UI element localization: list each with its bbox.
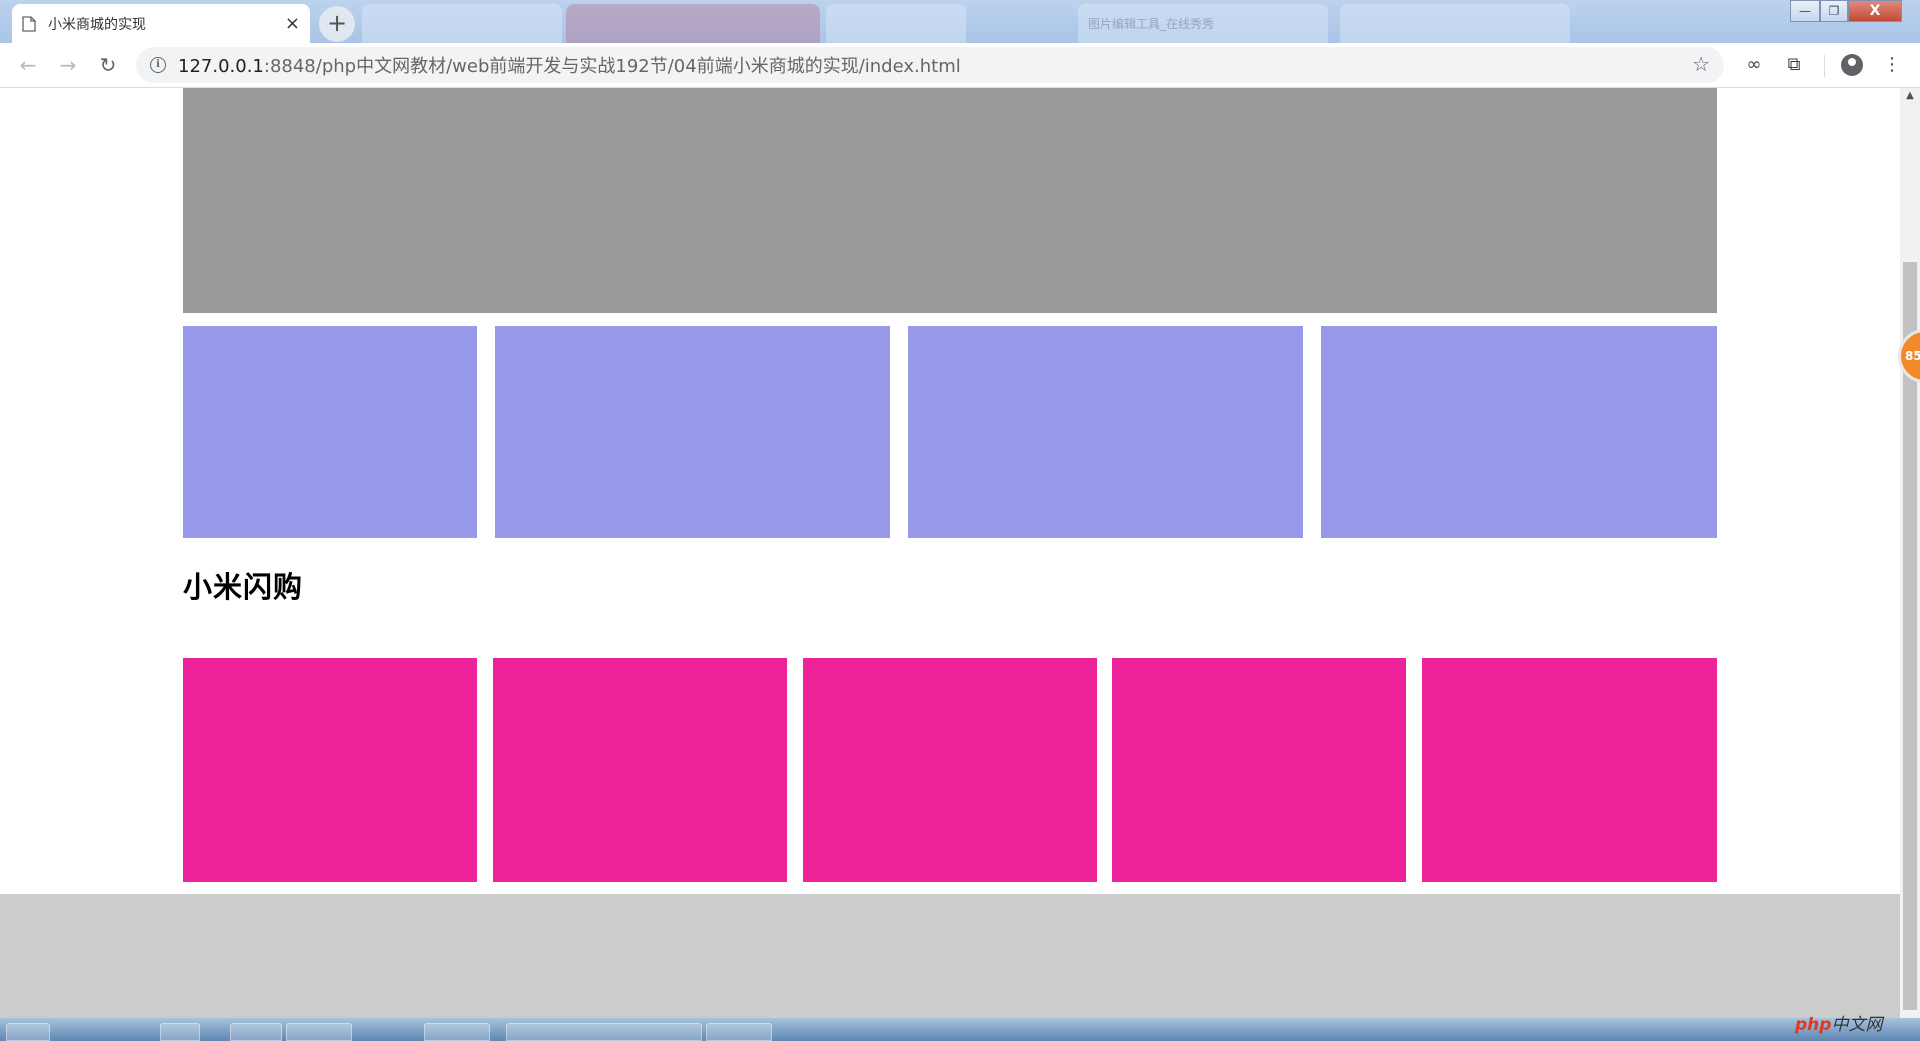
forward-button[interactable]: → [54,51,82,79]
address-host: 127.0.0.1 [178,56,264,77]
flash-sale-tile[interactable] [493,658,787,882]
tab-close-icon[interactable]: × [285,13,300,34]
address-bar[interactable]: i 127.0.0.1:8848/php中文网教材/web前端开发与实战192节… [136,47,1724,83]
page-icon [22,15,36,32]
taskbar-item[interactable] [706,1023,772,1041]
browser-toolbar: ← → ↻ i 127.0.0.1:8848/php中文网教材/web前端开发与… [0,43,1920,88]
taskbar-item[interactable] [506,1023,702,1041]
back-button[interactable]: ← [14,51,42,79]
tab-title: 图片编辑工具_在线秀秀 [1088,17,1215,31]
extension-capture-icon[interactable]: ⧉ [1780,51,1808,79]
tab-title: 小米商城的实现 [48,16,146,33]
start-button[interactable] [6,1023,50,1041]
window-close-button[interactable]: X [1848,0,1902,22]
tab-active[interactable]: 小米商城的实现 × [12,4,310,43]
maximize-button[interactable]: ❐ [1820,0,1848,22]
section-title: 小米闪购 [183,570,304,604]
scroll-up-arrow-icon[interactable]: ▲ [1900,90,1920,106]
new-tab-button[interactable]: + [319,6,355,42]
watermark-text: 中文网 [1831,1015,1883,1035]
background-tab[interactable] [566,4,820,43]
taskbar-item[interactable] [424,1023,490,1041]
flash-sale-tile[interactable] [1422,658,1717,882]
address-url[interactable]: 127.0.0.1:8848/php中文网教材/web前端开发与实战192节/0… [178,52,961,78]
menu-icon[interactable]: ⋮ [1878,51,1906,79]
watermark: php中文网 [1795,1010,1882,1035]
ad-tile[interactable] [908,326,1303,538]
os-taskbar [0,1018,1920,1041]
flash-sale-tile[interactable] [1112,658,1406,882]
taskbar-item[interactable] [286,1023,352,1041]
minimize-button[interactable]: — [1790,0,1820,22]
info-icon[interactable]: i [150,57,166,73]
background-tab[interactable] [826,4,966,43]
taskbar-item[interactable] [230,1023,282,1041]
background-tab[interactable] [1340,4,1570,43]
banner-placeholder[interactable] [183,88,1717,313]
bookmark-star-icon[interactable]: ☆ [1692,52,1710,76]
ad-tile[interactable] [1321,326,1717,538]
ad-tile[interactable] [183,326,477,538]
flash-sale-tile[interactable] [183,658,477,882]
toolbar-divider [1824,55,1825,77]
ad-tile[interactable] [495,326,890,538]
reload-button[interactable]: ↻ [94,51,122,79]
footer-placeholder [0,894,1900,1018]
flash-sale-tile[interactable] [803,658,1097,882]
taskbar-item[interactable] [160,1023,200,1041]
page-viewport: 小米闪购 [0,88,1900,1018]
avatar-icon [1841,54,1863,76]
watermark-brand: php [1795,1015,1832,1035]
tab-strip: 小米商城的实现 × + 图片编辑工具_在线秀秀 — ❐ X [0,0,1920,43]
address-path: :8848/php中文网教材/web前端开发与实战192节/04前端小米商城的实… [263,56,961,77]
background-tab[interactable] [362,4,562,43]
profile-button[interactable] [1838,51,1866,79]
background-tab[interactable]: 图片编辑工具_在线秀秀 [1078,4,1328,43]
extension-infinity-icon[interactable]: ∞ [1740,51,1768,79]
